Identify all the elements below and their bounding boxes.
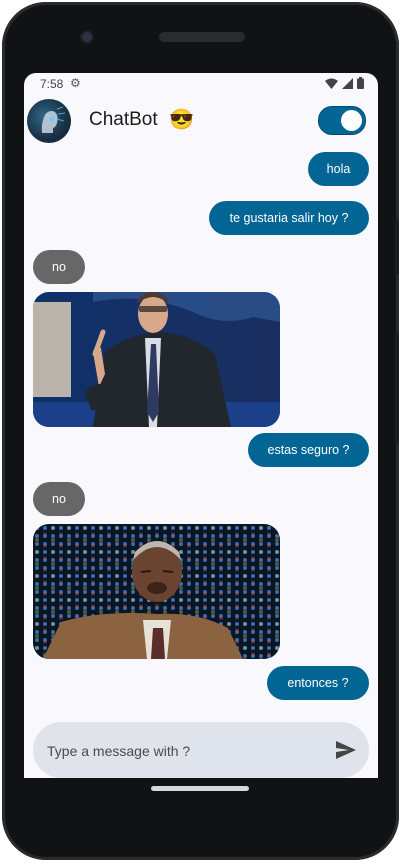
gif-image-man-laughing: [33, 524, 280, 659]
message-sent[interactable]: hola: [308, 152, 369, 186]
message-text: no: [52, 492, 66, 506]
power-button: [395, 332, 399, 444]
app-screen: 7:58 ⚙ ChatBot 😎 hola te gustaria salir …: [24, 73, 378, 778]
mode-toggle-switch[interactable]: [318, 106, 366, 135]
gif-man-pointing[interactable]: [33, 292, 280, 427]
toggle-knob: [341, 110, 362, 131]
message-text: no: [52, 260, 66, 274]
status-icons: [325, 77, 364, 89]
message-sent[interactable]: estas seguro ?: [248, 433, 369, 467]
message-sent[interactable]: te gustaria salir hoy ?: [209, 201, 369, 235]
gif-image-man-pointing: [33, 292, 280, 427]
front-camera: [82, 32, 92, 42]
signal-icon: [342, 77, 353, 89]
message-text: hola: [326, 162, 351, 176]
message-text: entonces ?: [287, 676, 349, 690]
sunglasses-emoji-icon: 😎: [169, 109, 194, 131]
gif-man-laughing[interactable]: [33, 524, 280, 659]
message-received[interactable]: no: [33, 482, 85, 516]
message-received[interactable]: no: [33, 250, 85, 284]
message-input[interactable]: [45, 722, 319, 778]
home-indicator[interactable]: [151, 786, 249, 791]
battery-icon: [357, 77, 364, 89]
wifi-icon: [325, 78, 338, 89]
bot-avatar[interactable]: [27, 99, 71, 143]
earpiece-speaker: [159, 32, 245, 42]
chat-header: ChatBot 😎: [24, 99, 378, 143]
send-icon[interactable]: [335, 740, 357, 760]
phone-frame: 7:58 ⚙ ChatBot 😎 hola te gustaria salir …: [2, 2, 399, 860]
robot-head-icon: [41, 106, 66, 133]
message-text: te gustaria salir hoy ?: [229, 211, 349, 225]
status-bar: 7:58 ⚙: [24, 73, 378, 95]
message-composer: [33, 722, 369, 778]
volume-button: [395, 219, 399, 275]
settings-gear-icon: ⚙: [70, 76, 81, 90]
message-sent[interactable]: entonces ?: [267, 666, 369, 700]
status-time: 7:58: [40, 77, 64, 91]
chat-title: ChatBot: [89, 109, 158, 130]
message-text: estas seguro ?: [267, 443, 350, 457]
